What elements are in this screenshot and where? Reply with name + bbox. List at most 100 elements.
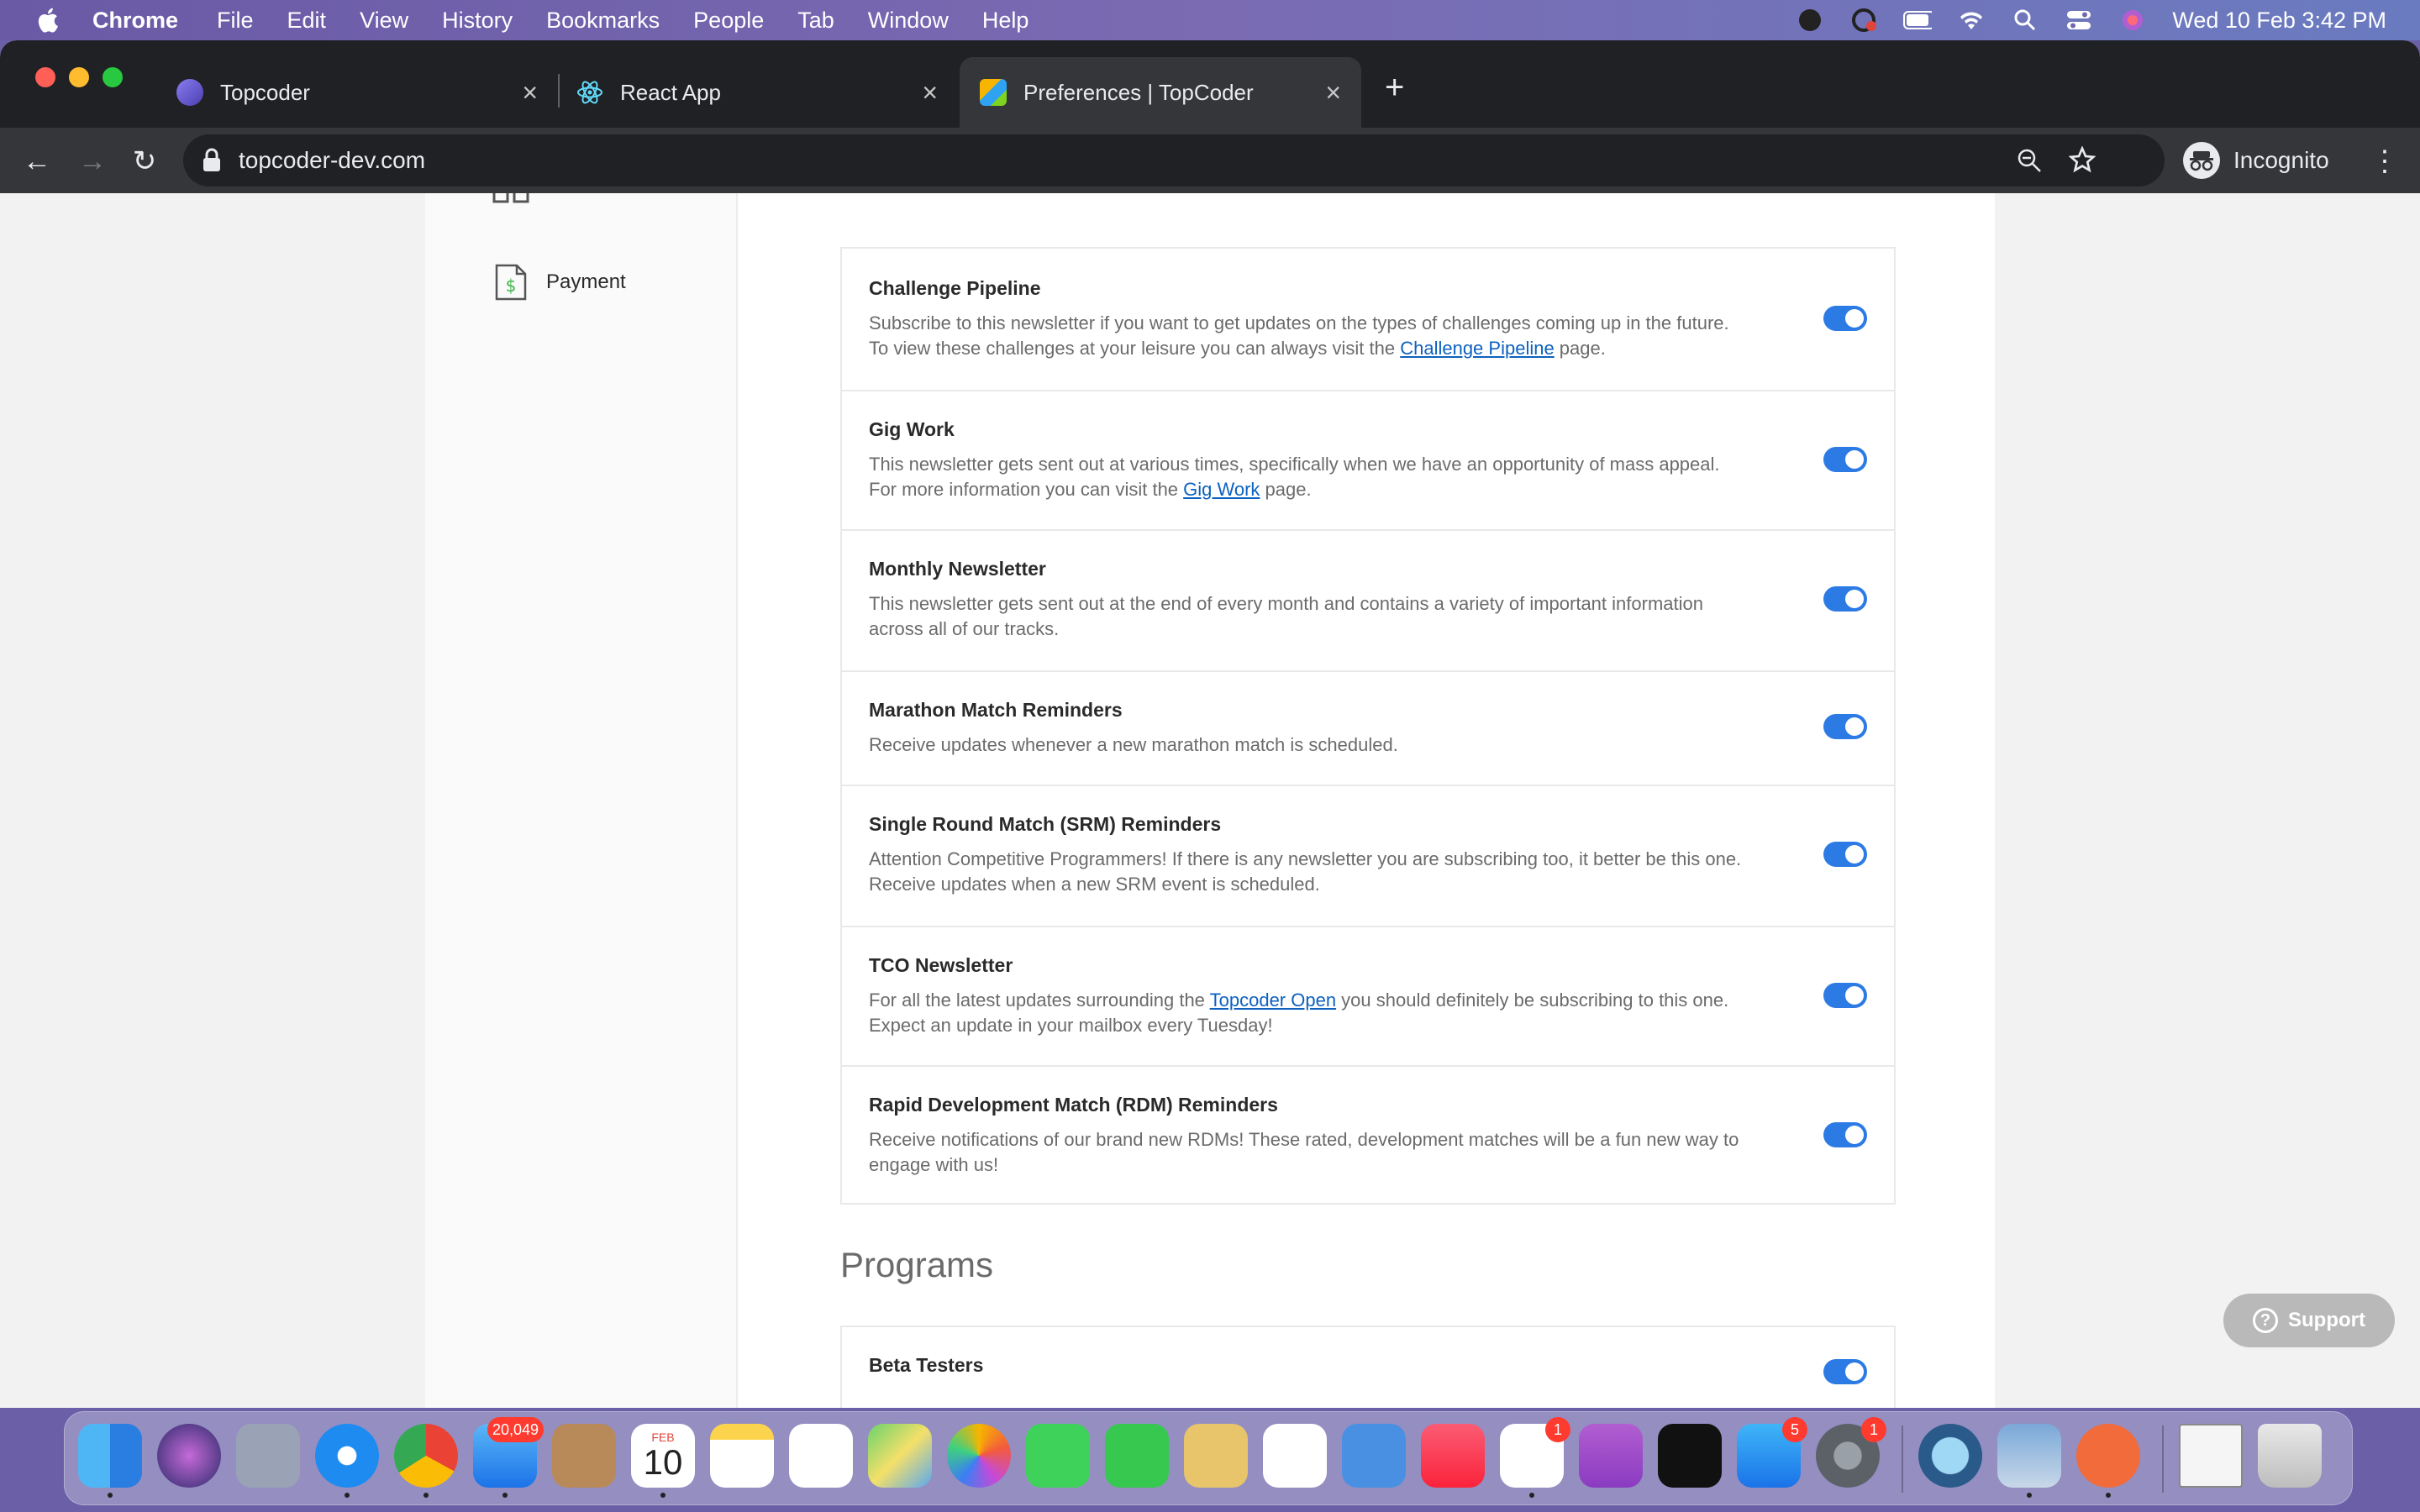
newsletter-description: For all the latest updates surrounding t… <box>869 988 1760 1038</box>
newsletter-row-gig-work: Gig Work This newsletter gets sent out a… <box>842 390 1894 529</box>
apple-menu-icon[interactable] <box>34 5 64 35</box>
close-tab-icon[interactable]: × <box>922 77 938 108</box>
music-icon[interactable] <box>1421 1424 1485 1488</box>
newsletter-row-marathon-match: Marathon Match Reminders Receive updates… <box>842 670 1894 785</box>
zoom-icon[interactable] <box>2017 148 2042 173</box>
spotlight-search-icon[interactable] <box>2011 8 2039 33</box>
app-store-badge: 5 <box>1782 1417 1807 1442</box>
newsletters-card: Challenge Pipeline Subscribe to this new… <box>840 247 1896 1205</box>
photos-icon[interactable] <box>947 1424 1011 1488</box>
battery-icon[interactable] <box>1903 8 1933 33</box>
creative-cloud-icon[interactable] <box>1849 8 1878 33</box>
notes-icon[interactable] <box>710 1424 774 1488</box>
maps-icon[interactable] <box>868 1424 932 1488</box>
pages-icon[interactable] <box>1184 1424 1248 1488</box>
incognito-profile-button[interactable]: Incognito <box>2183 133 2329 188</box>
system-preferences-icon[interactable]: 1 <box>1816 1417 1886 1488</box>
menubar-app-name[interactable]: Chrome <box>92 8 178 34</box>
menu-window[interactable]: Window <box>868 8 949 34</box>
launchpad-icon[interactable] <box>236 1424 300 1488</box>
running-indicator <box>424 1493 429 1498</box>
reminders-icon[interactable] <box>789 1424 853 1488</box>
address-bar[interactable]: topcoder-dev.com <box>183 134 2165 186</box>
calendar-icon[interactable]: FEB 10 <box>631 1424 695 1498</box>
description-line: Receive updates when a new SRM event is … <box>869 874 1320 895</box>
close-window-button[interactable] <box>35 67 55 87</box>
app-store-icon[interactable]: 5 <box>1737 1417 1807 1488</box>
menu-view[interactable]: View <box>360 8 408 34</box>
marathon-match-toggle[interactable] <box>1823 714 1867 739</box>
dock-separator <box>1902 1425 1903 1493</box>
topcoder-open-link[interactable]: Topcoder Open <box>1210 990 1336 1011</box>
tab-separator <box>558 74 560 108</box>
menu-help[interactable]: Help <box>982 8 1029 34</box>
zoom-window-button[interactable] <box>103 67 123 87</box>
slack-icon[interactable]: 1 <box>1500 1417 1570 1498</box>
minimize-window-button[interactable] <box>69 67 89 87</box>
sidebar-item-payment[interactable]: $ Payment <box>494 264 626 301</box>
tab-react-app[interactable]: React App × <box>565 57 958 128</box>
gig-work-toggle[interactable] <box>1823 447 1867 472</box>
control-center-icon[interactable] <box>2065 8 2093 33</box>
new-tab-icon[interactable]: + <box>1385 69 1404 107</box>
menu-file[interactable]: File <box>217 8 254 34</box>
documents-stack-icon[interactable] <box>2179 1424 2243 1488</box>
rdm-reminders-toggle[interactable] <box>1823 1122 1867 1147</box>
menu-bookmarks[interactable]: Bookmarks <box>546 8 660 34</box>
numbers-icon[interactable] <box>1263 1424 1327 1488</box>
monthly-newsletter-toggle[interactable] <box>1823 586 1867 612</box>
gig-work-link[interactable]: Gig Work <box>1183 479 1260 500</box>
wifi-icon[interactable] <box>1957 8 1986 33</box>
record-icon[interactable] <box>1796 8 1824 33</box>
back-arrow-icon[interactable]: ← <box>20 144 54 178</box>
facetime-icon[interactable] <box>1105 1424 1169 1488</box>
newsletter-title: Gig Work <box>869 418 955 440</box>
menu-history[interactable]: History <box>442 8 513 34</box>
chrome-icon[interactable] <box>394 1424 458 1498</box>
tab-label: Preferences | TopCoder <box>1023 79 1254 105</box>
menu-people[interactable]: People <box>693 8 764 34</box>
finder-icon[interactable] <box>78 1424 142 1498</box>
svg-text:$: $ <box>506 276 517 296</box>
close-tab-icon[interactable]: × <box>1325 77 1341 108</box>
challenge-pipeline-link[interactable]: Challenge Pipeline <box>1400 338 1554 359</box>
messages-icon[interactable] <box>1026 1424 1090 1488</box>
podcasts-icon[interactable] <box>1579 1424 1643 1488</box>
preview-icon[interactable] <box>1997 1424 2061 1498</box>
topcoder-preferences-favicon-icon <box>980 79 1007 106</box>
menu-tab[interactable]: Tab <box>797 8 834 34</box>
description-line: Attention Competitive Programmers! If th… <box>869 848 1742 869</box>
menubar-clock[interactable]: Wed 10 Feb 3:42 PM <box>2172 8 2386 34</box>
safari-icon[interactable] <box>315 1424 379 1498</box>
srm-reminders-toggle[interactable] <box>1823 842 1867 867</box>
support-button[interactable]: ? Support <box>2223 1294 2395 1347</box>
beta-testers-toggle[interactable] <box>1823 1359 1867 1384</box>
keynote-icon[interactable] <box>1342 1424 1406 1488</box>
quicktime-icon[interactable] <box>1918 1424 1982 1488</box>
newsletter-title: Monthly Newsletter <box>869 558 1046 580</box>
bookmark-star-icon[interactable] <box>2069 146 2096 173</box>
challenge-pipeline-toggle[interactable] <box>1823 306 1867 331</box>
newsletter-description: Subscribe to this newsletter if you want… <box>869 311 1760 361</box>
menu-edit[interactable]: Edit <box>287 8 327 34</box>
trash-icon[interactable] <box>2258 1424 2322 1488</box>
contacts-icon[interactable] <box>552 1424 616 1488</box>
description-line: Receive notifications of our brand new R… <box>869 1129 1739 1150</box>
close-tab-icon[interactable]: × <box>522 77 538 108</box>
forward-arrow-icon[interactable]: → <box>76 144 109 178</box>
chrome-menu-icon[interactable]: ⋮ <box>2368 144 2402 178</box>
siri-app-icon[interactable] <box>157 1424 221 1488</box>
tab-topcoder[interactable]: Topcoder × <box>165 57 558 128</box>
description-line: This newsletter gets sent out at various… <box>869 454 1720 475</box>
tco-newsletter-toggle[interactable] <box>1823 983 1867 1008</box>
reload-icon[interactable]: ↻ <box>128 144 161 178</box>
postman-icon[interactable] <box>2076 1424 2140 1498</box>
mail-icon[interactable]: 20,049 <box>473 1417 544 1498</box>
tab-preferences[interactable]: Preferences | TopCoder × <box>960 57 1361 128</box>
apple-tv-icon[interactable] <box>1658 1424 1722 1488</box>
react-favicon-icon <box>577 81 602 104</box>
siri-icon[interactable] <box>2118 8 2147 33</box>
programs-heading: Programs <box>840 1245 994 1284</box>
newsletter-description: This newsletter gets sent out at the end… <box>869 591 1760 642</box>
running-indicator <box>2106 1493 2111 1498</box>
